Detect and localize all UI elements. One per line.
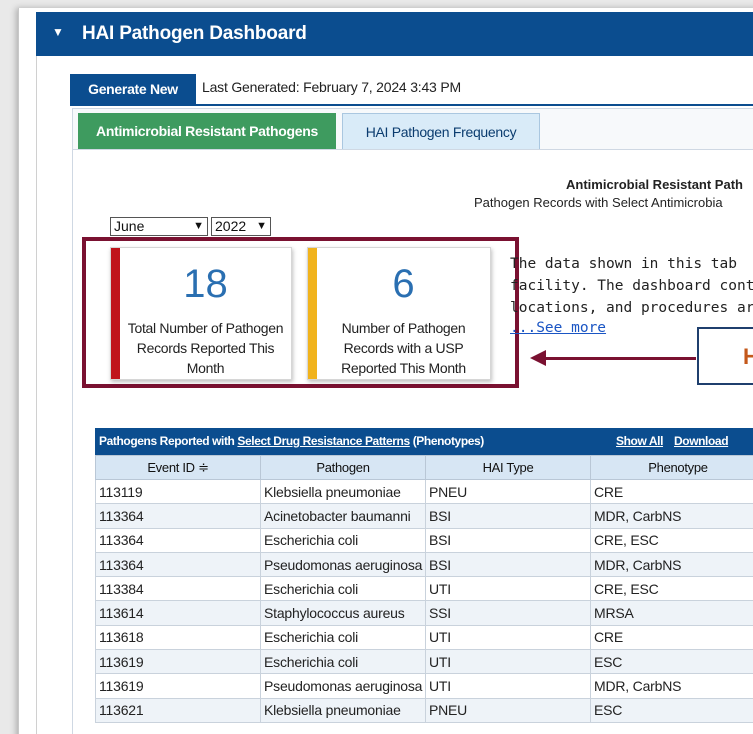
cell-event-id: 113618 (95, 624, 261, 651)
cell-pathogen: Staphylococcus aureus (260, 600, 426, 626)
table-row[interactable]: 113364 Pseudomonas aeruginosa BSI MDR, Carb… (95, 551, 753, 578)
description-line: facility. The dashboard cont (510, 278, 753, 294)
download-link[interactable]: Download (674, 428, 729, 455)
card-label: Number of Pathogen Records with a USP Re… (341, 320, 466, 376)
cell-event-id: 113614 (95, 600, 261, 626)
column-header-event-id[interactable]: Event ID ≑ (95, 455, 261, 480)
cell-hai-type: UTI (425, 624, 591, 651)
table-row[interactable]: 113384 Escherichia coli UTI CRE, ESC (95, 576, 753, 602)
column-header-hai-type: HAI Type (425, 455, 591, 480)
table-title-bar: Pathogens Reported with Select Drug Resi… (95, 428, 753, 455)
cell-event-id: 113119 (95, 478, 261, 505)
cell-pathogen: Escherichia coli (260, 624, 426, 651)
card-accent-bar (308, 248, 317, 379)
total-records-card[interactable]: 18 Total Number of Pathogen Records Repo… (110, 247, 292, 380)
cell-phenotype: ESC (590, 697, 753, 723)
section-title: Antimicrobial Resistant Path (566, 177, 743, 192)
chevron-down-icon: ▼ (193, 220, 204, 232)
callout-box: H (697, 327, 753, 385)
tab-hai-pathogen-frequency[interactable]: HAI Pathogen Frequency (342, 113, 540, 149)
table-row[interactable]: 113621 Klebsiella pneumoniae PNEU ESC (95, 697, 753, 723)
cell-event-id: 113619 (95, 649, 261, 675)
year-select[interactable]: 2022 ▼ (211, 217, 271, 236)
column-header-pathogen: Pathogen (260, 455, 426, 480)
table-row[interactable]: 113119 Klebsiella pneumoniae PNEU CRE (95, 478, 753, 505)
cell-phenotype: ESC (590, 649, 753, 675)
cell-phenotype: CRE (590, 478, 753, 505)
cell-hai-type: UTI (425, 576, 591, 602)
card-accent-bar (111, 248, 120, 379)
cell-pathogen: Pseudomonas aeruginosa (260, 551, 426, 578)
cell-pathogen: Klebsiella pneumoniae (260, 478, 426, 505)
description-text: The data shown in this tab facility. The… (510, 253, 753, 319)
last-generated-text: Last Generated: February 7, 2024 3:43 PM (202, 79, 461, 95)
dashboard-header[interactable]: ▼ HAI Pathogen Dashboard (36, 12, 753, 56)
card-value: 18 (183, 262, 228, 306)
arrow-left-icon (530, 350, 546, 366)
cell-phenotype: MDR, CarbNS (590, 551, 753, 578)
cell-event-id: 113364 (95, 551, 261, 578)
callout-arrow-line (546, 357, 696, 360)
page-title: HAI Pathogen Dashboard (82, 23, 307, 44)
cell-pathogen: Acinetobacter baumanni (260, 503, 426, 529)
cell-event-id: 113621 (95, 697, 261, 723)
month-select-value: June (114, 218, 145, 234)
cell-event-id: 113619 (95, 673, 261, 699)
collapse-triangle-icon[interactable]: ▼ (52, 25, 64, 39)
tab-antimicrobial-resistant-pathogens[interactable]: Antimicrobial Resistant Pathogens (78, 113, 336, 149)
cell-hai-type: BSI (425, 503, 591, 529)
cell-event-id: 113384 (95, 576, 261, 602)
cell-phenotype: MRSA (590, 600, 753, 626)
cell-pathogen: Escherichia coli (260, 527, 426, 553)
cell-hai-type: UTI (425, 649, 591, 675)
cell-phenotype: CRE (590, 624, 753, 651)
callout-text: H (743, 344, 753, 369)
generate-new-button[interactable]: Generate New (70, 74, 196, 104)
cell-pathogen: Escherichia coli (260, 649, 426, 675)
tabs-divider (70, 104, 753, 106)
chevron-down-icon: ▼ (256, 220, 267, 232)
usp-records-card[interactable]: 6 Number of Pathogen Records with a USP … (307, 247, 491, 380)
cell-hai-type: UTI (425, 673, 591, 699)
column-header-phenotype: Phenotype (590, 455, 753, 480)
cell-event-id: 113364 (95, 527, 261, 553)
cell-phenotype: MDR, CarbNS (590, 503, 753, 529)
table-row[interactable]: 113614 Staphylococcus aureus SSI MRSA (95, 600, 753, 626)
description-line: The data shown in this tab (510, 256, 737, 272)
cell-event-id: 113364 (95, 503, 261, 529)
cell-hai-type: BSI (425, 551, 591, 578)
table-row[interactable]: 113618 Escherichia coli UTI CRE (95, 624, 753, 651)
table-title-prefix: Pathogens Reported with (99, 434, 238, 448)
table-title-suffix: (Phenotypes) (409, 434, 485, 448)
drug-resistance-patterns-link[interactable]: Select Drug Resistance Patterns (237, 434, 410, 448)
cell-hai-type: PNEU (425, 478, 591, 505)
pathogens-table: Event ID ≑ Pathogen HAI Type Phenotype 1… (95, 455, 753, 723)
table-row[interactable]: 113619 Pseudomonas aeruginosa UTI MDR, Carb… (95, 673, 753, 699)
month-select[interactable]: June ▼ (110, 217, 208, 236)
card-value: 6 (392, 262, 415, 306)
cell-phenotype: CRE, ESC (590, 527, 753, 553)
cell-hai-type: SSI (425, 600, 591, 626)
cell-hai-type: PNEU (425, 697, 591, 723)
cell-pathogen: Pseudomonas aeruginosa (260, 673, 426, 699)
year-select-value: 2022 (215, 218, 247, 234)
cell-pathogen: Klebsiella pneumoniae (260, 697, 426, 723)
table-row[interactable]: 113619 Escherichia coli UTI ESC (95, 649, 753, 675)
cell-phenotype: CRE, ESC (590, 576, 753, 602)
cell-phenotype: MDR, CarbNS (590, 673, 753, 699)
table-row[interactable]: 113364 Acinetobacter baumanni BSI MDR, Carb… (95, 503, 753, 529)
description-line: locations, and procedures ar (510, 300, 753, 316)
card-label: Total Number of Pathogen Records Reporte… (127, 320, 284, 376)
show-all-link[interactable]: Show All (616, 428, 663, 455)
table-row[interactable]: 113364 Escherichia coli BSI CRE, ESC (95, 527, 753, 553)
pathogens-table-panel: Pathogens Reported with Select Drug Resi… (95, 428, 753, 723)
section-subtitle: Pathogen Records with Select Antimicrobi… (474, 195, 723, 210)
cell-hai-type: BSI (425, 527, 591, 553)
cell-pathogen: Escherichia coli (260, 576, 426, 602)
see-more-link[interactable]: ...See more (510, 320, 606, 336)
